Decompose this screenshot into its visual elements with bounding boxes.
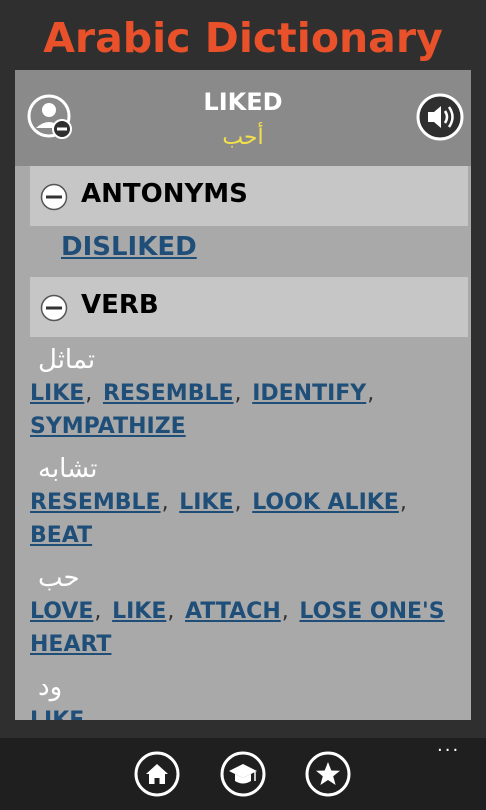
synonym-link[interactable]: BEAT xyxy=(30,523,92,548)
entry-translation: أحب xyxy=(222,125,264,150)
synonym-links: LIKE xyxy=(30,704,470,720)
verb-group: ود LIKE xyxy=(30,670,470,720)
synonym-link[interactable]: LIKE xyxy=(30,381,84,406)
app-bar xyxy=(0,738,486,810)
arabic-term: تماثل xyxy=(38,345,96,375)
antonyms-label: ANTONYMS xyxy=(81,179,248,209)
verb-group: تشابه RESEMBLE, LIKE, LOOK ALIKE, BEAT xyxy=(30,452,470,552)
synonym-link[interactable]: SYMPATHIZE xyxy=(30,414,186,439)
synonym-link[interactable]: RESEMBLE xyxy=(103,381,234,406)
star-icon[interactable] xyxy=(305,751,351,797)
arabic-term: حب xyxy=(38,563,80,593)
collapse-icon[interactable] xyxy=(40,294,68,322)
verb-label: VERB xyxy=(81,290,159,320)
arabic-term: ود xyxy=(38,672,63,702)
arabic-term: تشابه xyxy=(38,454,98,484)
app-title: Arabic Dictionary xyxy=(43,14,443,62)
entry-panel: LIKED أحب ANTONYMS DISLIKED VERB تماثل L… xyxy=(15,70,471,720)
synonym-link[interactable]: LIKE xyxy=(30,708,84,720)
synonym-link[interactable]: LIKE xyxy=(179,490,233,515)
verb-group: تماثل LIKE, RESEMBLE, IDENTIFY, SYMPATHI… xyxy=(30,343,470,443)
synonym-link[interactable]: ATTACH xyxy=(185,599,281,624)
collapse-icon[interactable] xyxy=(40,183,68,211)
graduation-cap-icon[interactable] xyxy=(220,751,266,797)
synonym-links: LIKE, RESEMBLE, IDENTIFY, SYMPATHIZE xyxy=(30,381,375,439)
synonym-link[interactable]: RESEMBLE xyxy=(30,490,161,515)
home-icon[interactable] xyxy=(134,751,180,797)
synonym-links: LOVE, LIKE, ATTACH, LOSE ONE'S HEART xyxy=(30,599,445,657)
entry-word: LIKED xyxy=(203,88,283,116)
more-options-button[interactable]: ··· xyxy=(437,740,460,761)
synonym-links: RESEMBLE, LIKE, LOOK ALIKE, BEAT xyxy=(30,490,407,548)
speaker-icon[interactable] xyxy=(415,92,465,142)
synonym-link[interactable]: LIKE xyxy=(112,599,166,624)
entry-header: LIKED أحب xyxy=(15,70,471,166)
antonyms-header[interactable]: ANTONYMS xyxy=(30,166,468,226)
verb-header[interactable]: VERB xyxy=(30,277,468,337)
verb-group: حب LOVE, LIKE, ATTACH, LOSE ONE'S HEART xyxy=(30,561,470,661)
synonym-link[interactable]: LOVE xyxy=(30,599,93,624)
synonym-link[interactable]: LOOK ALIKE xyxy=(252,490,399,515)
antonym-link[interactable]: DISLIKED xyxy=(61,232,197,262)
synonym-link[interactable]: IDENTIFY xyxy=(252,381,366,406)
